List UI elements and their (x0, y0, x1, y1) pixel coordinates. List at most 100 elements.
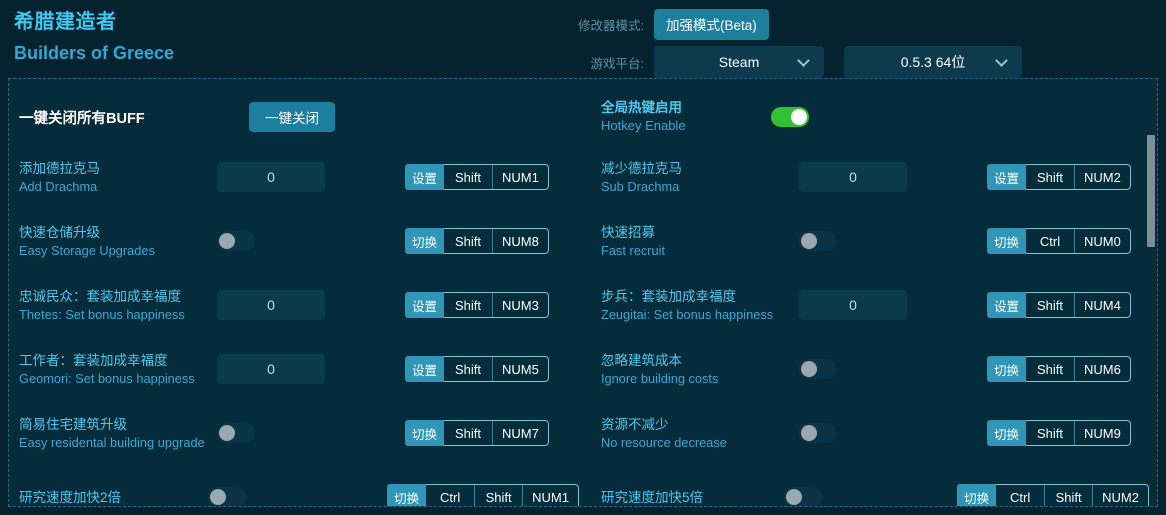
cheat-control (217, 231, 405, 251)
cheat-toggle[interactable] (208, 487, 247, 506)
platform-dropdown[interactable]: Steam (654, 46, 824, 78)
hotkey-action-button[interactable]: 设置 (987, 164, 1027, 190)
cheat-label: 快速招募 Fast recruit (601, 223, 799, 260)
cheat-row: 快速招募 Fast recruit 切换 Ctrl NUM0 (601, 209, 1149, 273)
cheat-value-input[interactable]: 0 (217, 290, 325, 320)
cheat-value-input[interactable]: 0 (217, 354, 325, 384)
cheat-list-right: 减少德拉克马 Sub Drachma 0 设置 Shift NUM2 快速招募 Fast re… (601, 145, 1149, 507)
cheat-toggle[interactable] (217, 423, 255, 443)
hotkey-key[interactable]: NUM3 (492, 293, 548, 317)
hotkey-keys: Ctrl Shift NUM2 (996, 484, 1149, 506)
hotkey-action-button[interactable]: 切换 (387, 484, 427, 506)
cheat-row: 研究速度加快5倍 切换 Ctrl Shift NUM2 (601, 465, 1149, 507)
cheat-label-en: Easy residental building upgrade (19, 434, 205, 450)
cheat-list-left: 添加德拉克马 Add Drachma 0 设置 Shift NUM1 快速仓储升级 Easy … (19, 145, 579, 506)
scrollbar-thumb[interactable] (1147, 135, 1155, 247)
hotkey-key[interactable]: Shift (444, 229, 492, 253)
hotkey-key[interactable]: NUM0 (1074, 229, 1130, 253)
hotkey-action-button[interactable]: 切换 (405, 228, 445, 254)
version-dropdown[interactable]: 0.5.3 64位 (844, 46, 1022, 78)
chevron-down-icon (995, 54, 1008, 67)
trainer-mode-button[interactable]: 加强模式(Beta) (654, 8, 769, 40)
cheat-column-left: 一键关闭所有BUFF 一键关闭 添加德拉克马 Add Drachma 0 设置 Shif… (9, 89, 579, 506)
hotkey-key[interactable]: NUM2 (1092, 485, 1148, 506)
cheat-toggle[interactable] (783, 487, 822, 506)
hotkey-action-button[interactable]: 切换 (987, 420, 1027, 446)
hotkey-key[interactable]: NUM9 (1074, 421, 1130, 445)
close-all-button[interactable]: 一键关闭 (249, 102, 335, 132)
cheat-toggle[interactable] (799, 423, 837, 443)
hotkey-key[interactable]: NUM1 (492, 165, 548, 189)
hotkey-key[interactable]: Ctrl (996, 485, 1044, 506)
cheat-label: 工作者：套装加成幸福度 Geomori: Set bonus happiness (19, 351, 217, 388)
cheat-toggle[interactable] (217, 231, 255, 251)
cheat-label: 研究速度加快5倍 (601, 488, 784, 507)
hotkey-enable-toggle[interactable] (771, 107, 809, 127)
cheat-toggle[interactable] (799, 231, 837, 251)
cheat-toggle[interactable] (799, 359, 837, 379)
hotkey-key[interactable]: Shift (1026, 421, 1074, 445)
cheat-row: 研究速度加快2倍 切换 Ctrl Shift NUM1 (19, 465, 579, 506)
cheat-label-cn: 简易住宅建筑升级 (19, 416, 127, 432)
cheat-row: 快速仓储升级 Easy Storage Upgrades 切换 Shift NUM8 (19, 209, 579, 273)
cheat-label-cn: 研究速度加快5倍 (601, 489, 704, 505)
hotkey-key[interactable]: Shift (444, 357, 492, 381)
hotkey-action-button[interactable]: 设置 (987, 292, 1027, 318)
hotkey-action-button[interactable]: 切换 (987, 356, 1027, 382)
hotkey-key[interactable]: NUM2 (1074, 165, 1130, 189)
hotkey-action-button[interactable]: 切换 (405, 420, 445, 446)
cheat-row: 忽略建筑成本 Ignore building costs 切换 Shift NUM6 (601, 337, 1149, 401)
header-controls: 修改器模式: 加强模式(Beta) 游戏平台: Steam 0.5.3 64位 (548, 8, 1156, 78)
hotkey-key[interactable]: NUM7 (492, 421, 548, 445)
cheat-label-en: Sub Drachma (601, 178, 680, 194)
hotkey-keys: Shift NUM2 (1026, 164, 1131, 190)
hotkey-key[interactable]: Shift (1044, 485, 1092, 506)
cheat-label-en: Thetes: Set bonus happiness (19, 306, 185, 322)
hotkey-key[interactable]: NUM6 (1074, 357, 1130, 381)
hotkey-key[interactable]: Shift (1026, 165, 1074, 189)
cheat-label-cn: 忠诚民众：套装加成幸福度 (19, 288, 181, 304)
version-dropdown-value: 0.5.3 64位 (900, 54, 966, 70)
cheat-label-en: Fast recruit (601, 242, 665, 258)
hotkey-keys: Shift NUM7 (444, 420, 549, 446)
hotkey-enable-label-en: Hotkey Enable (601, 118, 686, 133)
cheat-value-input[interactable]: 0 (217, 162, 325, 192)
hotkey-key[interactable]: Ctrl (426, 485, 474, 506)
toggle-knob-icon (219, 233, 235, 249)
hotkey-action-button[interactable]: 切换 (957, 484, 997, 506)
hotkey-action-button[interactable]: 设置 (405, 292, 445, 318)
toggle-knob-icon (801, 361, 817, 377)
close-all-label: 一键关闭所有BUFF (19, 110, 145, 127)
cheat-row: 简易住宅建筑升级 Easy residental building upgrade… (19, 401, 579, 465)
hotkey-key[interactable]: Shift (474, 485, 522, 506)
cheat-label-cn: 添加德拉克马 (19, 160, 100, 176)
page-title-cn: 希腊建造者 (14, 11, 117, 33)
cheat-control: 0 (217, 354, 405, 384)
hotkey-group: 切换 Shift NUM9 (987, 420, 1131, 446)
cheat-value-input[interactable]: 0 (799, 290, 907, 320)
hotkey-key[interactable]: Shift (444, 165, 492, 189)
hotkey-key[interactable]: NUM1 (522, 485, 578, 506)
scrollbar-track[interactable] (1147, 79, 1156, 506)
hotkey-keys: Shift NUM9 (1026, 420, 1131, 446)
hotkey-action-button[interactable]: 设置 (405, 164, 445, 190)
hotkey-keys: Ctrl Shift NUM1 (426, 484, 579, 506)
hotkey-key[interactable]: Shift (444, 421, 492, 445)
cheat-value-input[interactable]: 0 (799, 162, 907, 192)
toggle-knob-icon (801, 233, 817, 249)
cheat-label: 步兵：套装加成幸福度 Zeugitai: Set bonus happiness (601, 287, 799, 324)
cheat-control: 0 (799, 162, 987, 192)
hotkey-key[interactable]: NUM4 (1074, 293, 1130, 317)
hotkey-action-button[interactable]: 切换 (987, 228, 1027, 254)
cheat-control (799, 423, 987, 443)
hotkey-key[interactable]: Ctrl (1026, 229, 1074, 253)
cheat-label-en: No resource decrease (601, 434, 727, 450)
toggle-knob-icon (219, 425, 235, 441)
cheat-row: 忠诚民众：套装加成幸福度 Thetes: Set bonus happiness 0… (19, 273, 579, 337)
hotkey-key[interactable]: Shift (1026, 357, 1074, 381)
hotkey-key[interactable]: NUM5 (492, 357, 548, 381)
hotkey-key[interactable]: Shift (444, 293, 492, 317)
hotkey-key[interactable]: NUM8 (492, 229, 548, 253)
hotkey-key[interactable]: Shift (1026, 293, 1074, 317)
hotkey-action-button[interactable]: 设置 (405, 356, 445, 382)
